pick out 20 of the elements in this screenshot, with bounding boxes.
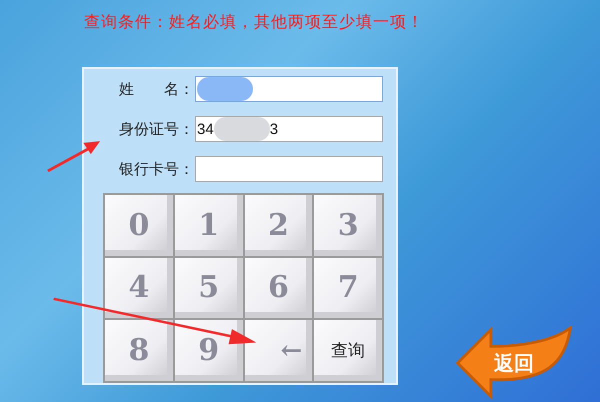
query-notice: 查询条件：姓名必填，其他两项至少填一项！ [83, 11, 425, 33]
input-field[interactable] [195, 76, 383, 102]
query-button[interactable]: 查询 [314, 320, 382, 381]
backspace-key[interactable]: ← [244, 320, 312, 381]
input-field[interactable] [195, 156, 383, 182]
digit-key[interactable]: 3 [314, 195, 382, 256]
digit-key[interactable]: 8 [105, 320, 173, 381]
digit-key[interactable]: 6 [244, 258, 312, 318]
digit-key[interactable]: 5 [174, 258, 242, 318]
field-label: 身份证号： [118, 120, 194, 138]
digit-key[interactable]: 7 [314, 258, 382, 318]
digit-key[interactable]: 4 [105, 258, 173, 318]
annotation-arrow [46, 138, 102, 174]
field-label: 银行卡号： [118, 160, 194, 178]
digit-key[interactable]: 0 [105, 195, 173, 256]
field-label: 姓 名： [118, 80, 194, 98]
digit-key[interactable]: 2 [244, 195, 312, 256]
digit-key[interactable]: 1 [174, 195, 242, 256]
digit-key[interactable]: 9 [174, 320, 242, 381]
input-field[interactable]: 34 3 [195, 116, 383, 142]
